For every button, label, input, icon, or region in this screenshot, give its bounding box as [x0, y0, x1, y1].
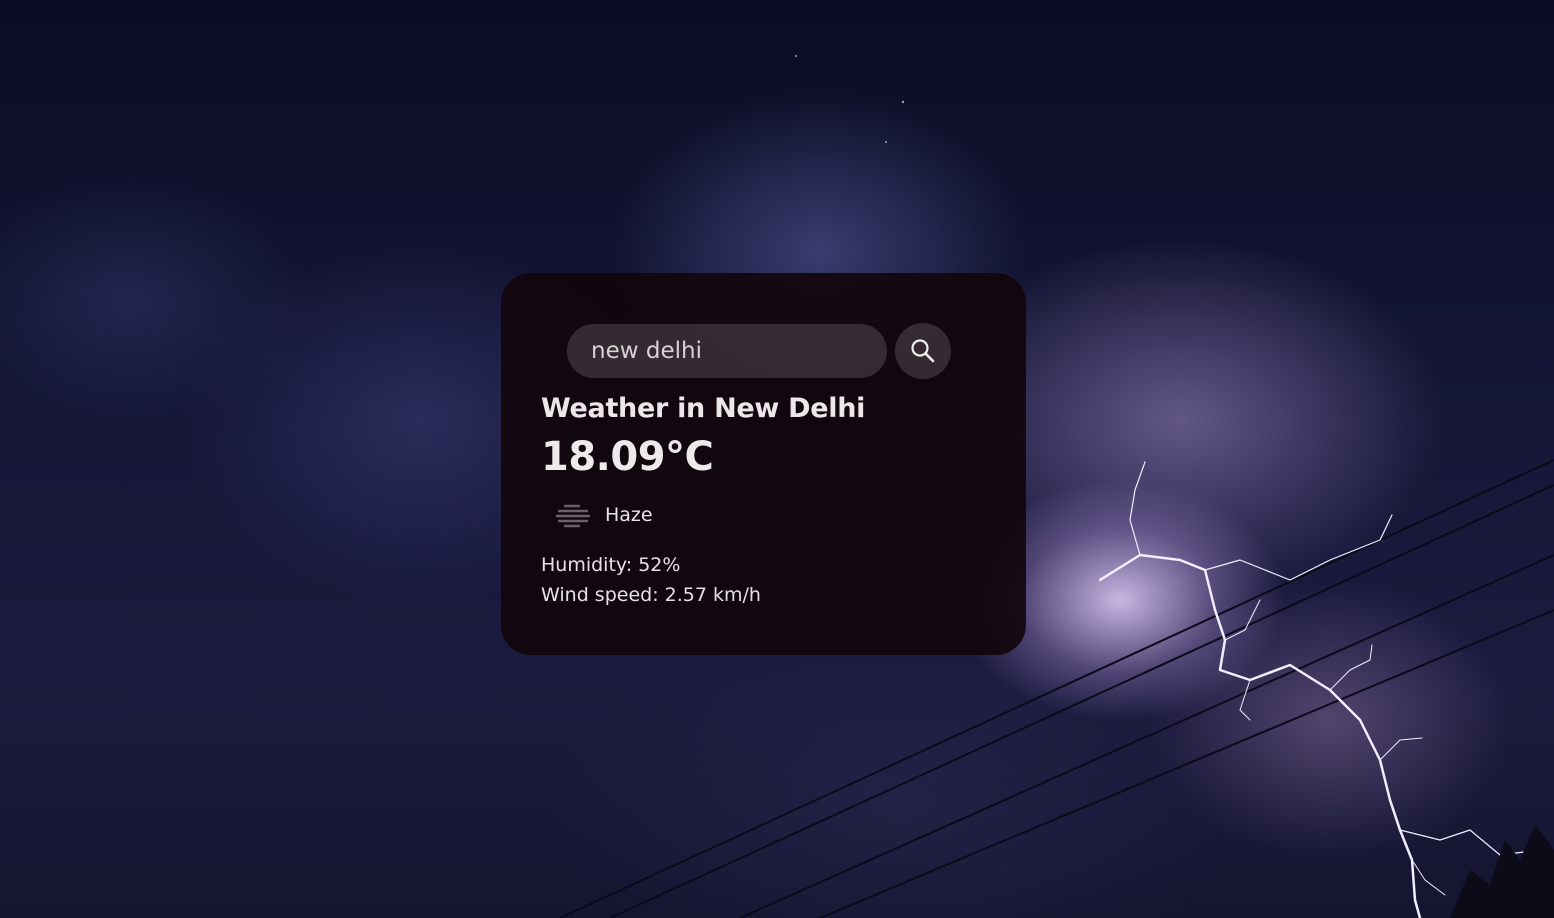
condition-description: Haze: [605, 504, 653, 526]
haze-icon: [555, 504, 591, 528]
city-search-input[interactable]: [567, 324, 887, 378]
search-icon: [911, 339, 935, 363]
wind-speed-text: Wind speed: 2.57 km/h: [541, 584, 761, 606]
weather-stats: Humidity: 52% Wind speed: 2.57 km/h: [541, 550, 986, 610]
temperature-value: 18.09°C: [541, 434, 714, 480]
condition-row: Haze: [555, 500, 986, 530]
search-bar: [567, 323, 986, 379]
weather-card: Weather in New Delhi 18.09°C Haze Humidi…: [501, 273, 1026, 655]
humidity-text: Humidity: 52%: [541, 554, 681, 576]
search-button[interactable]: [895, 323, 951, 379]
city-heading: Weather in New Delhi: [541, 393, 866, 424]
